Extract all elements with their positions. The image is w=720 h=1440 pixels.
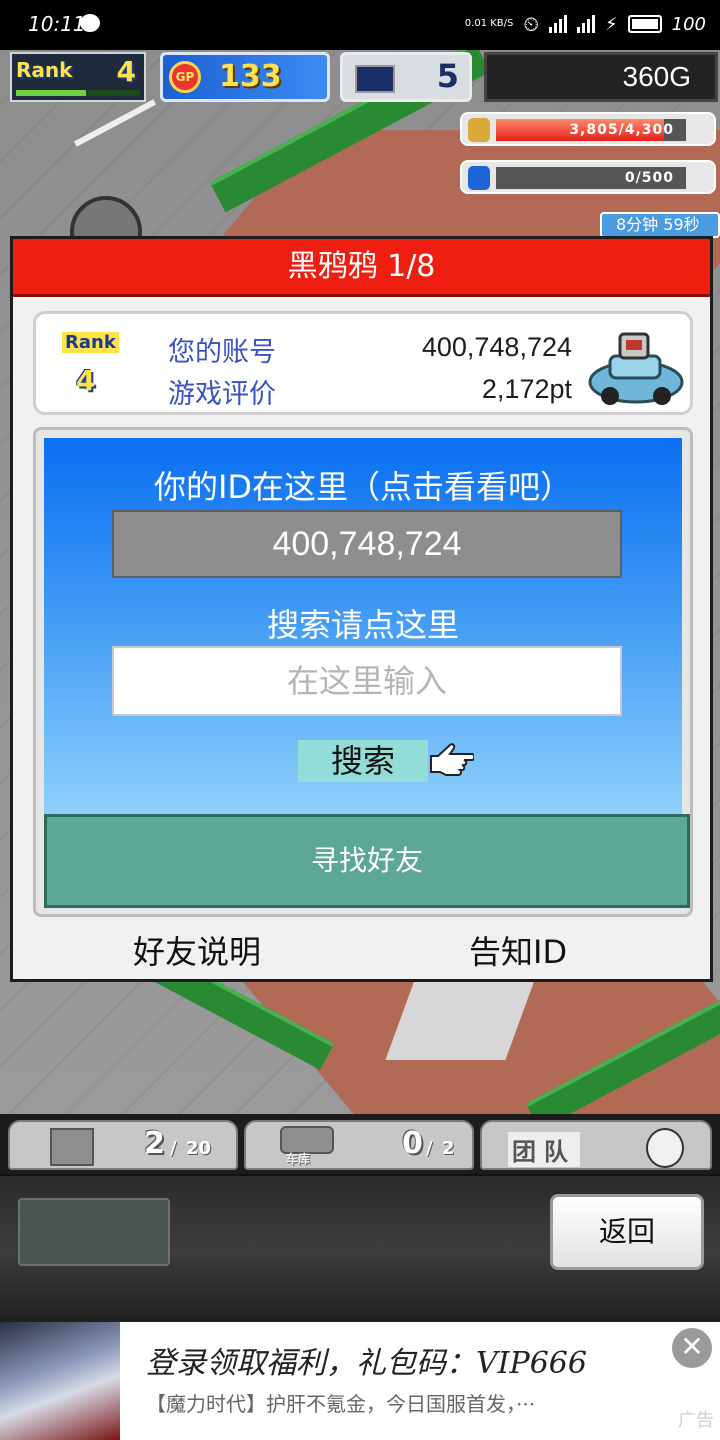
staff-avatar-icon xyxy=(646,1128,684,1168)
oil-resource-bar: 0/500 xyxy=(460,160,716,194)
friend-help-link[interactable]: 好友说明 xyxy=(133,927,261,973)
alarm-icon: ⏲ xyxy=(523,12,539,36)
lane-marking xyxy=(73,99,157,147)
tab-inventory[interactable]: 2 / 20 xyxy=(8,1120,238,1170)
team-label: 团队 xyxy=(508,1132,580,1167)
gp-value: 133 xyxy=(219,59,282,94)
battery-level: 100 xyxy=(671,13,706,35)
search-caption: 搜索请点这里 xyxy=(266,606,459,644)
ad-character-image[interactable] xyxy=(0,1322,120,1440)
research-panel[interactable]: 5 xyxy=(340,52,472,102)
research-value: 5 xyxy=(436,57,459,95)
money-panel: 360G xyxy=(484,52,718,102)
notify-id-link[interactable]: 告知ID xyxy=(469,927,567,973)
find-friends-button[interactable]: 寻找好友 xyxy=(44,814,690,908)
oil-bottle-icon xyxy=(468,166,490,190)
account-label: 您的账号 xyxy=(168,337,276,368)
rank-panel[interactable]: Rank 4 xyxy=(10,52,146,102)
profile-rank-label: Rank xyxy=(62,332,119,353)
crate-icon xyxy=(50,1128,94,1166)
bottom-panel: 返回 xyxy=(0,1174,720,1324)
gp-panel[interactable]: GP 133 xyxy=(160,52,330,102)
net-speed: 0.01 KB/S xyxy=(464,18,514,29)
oil-text: 0/500 xyxy=(624,170,674,186)
search-input[interactable] xyxy=(112,646,622,716)
gp-coin-icon: GP xyxy=(169,61,201,93)
car-avatar-icon xyxy=(588,332,684,405)
pointing-hand-icon xyxy=(430,743,474,776)
fuel-text: 3,805/4,300 xyxy=(569,122,674,138)
id-caption: 你的ID在这里（点击看看吧） xyxy=(153,468,573,506)
dialog-title: 黑鸦鸦 1/8 xyxy=(13,239,710,297)
ad-headline[interactable]: 登录领取福利，礼包码：VIP666 xyxy=(146,1338,587,1382)
bottom-tab-bar: 2 / 20 车库 0 / 2 团队 xyxy=(0,1114,720,1174)
signal-icon-2 xyxy=(577,15,595,33)
search-button[interactable]: 搜索 xyxy=(298,740,428,782)
coins-stack-icon xyxy=(468,118,490,142)
ad-banner[interactable]: 登录领取福利，礼包码：VIP666 【魔力时代】护肝不氪金，今日国服首发，···… xyxy=(0,1322,720,1440)
garage-count: 0 xyxy=(402,1126,423,1161)
rank-progress-bar xyxy=(16,90,140,96)
tab-team[interactable]: 团队 xyxy=(480,1120,712,1170)
ad-subline[interactable]: 【魔力时代】护肝不氪金，今日国服首发，··· xyxy=(146,1388,535,1417)
money-value: 360G xyxy=(622,61,692,92)
rank-label: Rank xyxy=(16,58,73,82)
computer-icon xyxy=(355,65,395,93)
chat-notification-icon xyxy=(80,14,100,32)
crate-max: 20 xyxy=(186,1138,212,1159)
garage-label: 车库 xyxy=(286,1152,311,1166)
clock: 10:11 xyxy=(28,12,86,36)
rank-value: 4 xyxy=(116,55,136,88)
id-search-area: 你的ID在这里（点击看看吧） 400,748,724 搜索请点这里 搜索 xyxy=(44,438,682,814)
ad-label: 广告 xyxy=(678,1410,714,1431)
garage-max: 2 xyxy=(442,1138,455,1159)
empty-slot[interactable] xyxy=(18,1198,170,1266)
tab-garage[interactable]: 车库 0 / 2 xyxy=(244,1120,474,1170)
status-bar: 10:11 0.01 KB/S ⏲ ⚡ 100 xyxy=(0,0,720,50)
profile-card: Rank 4 您的账号 400,748,724 游戏评价 2,172pt xyxy=(33,311,693,415)
search-panel: 你的ID在这里（点击看看吧） 400,748,724 搜索请点这里 搜索 寻找好… xyxy=(33,427,693,917)
timer-chip[interactable]: 8分钟 59秒 xyxy=(600,212,720,238)
charging-icon: ⚡ xyxy=(605,13,618,35)
back-button[interactable]: 返回 xyxy=(550,1194,704,1270)
fuel-resource-bar: 3,805/4,300 xyxy=(460,112,716,146)
battery-icon xyxy=(627,15,662,33)
my-id-field[interactable]: 400,748,724 xyxy=(112,510,622,578)
friend-dialog: 黑鸦鸦 1/8 Rank 4 您的账号 400,748,724 游戏评价 2,1… xyxy=(10,236,713,982)
crate-count: 2 xyxy=(144,1126,165,1161)
rating-label: 游戏评价 xyxy=(168,379,276,410)
account-value: 400,748,724 xyxy=(421,332,572,362)
status-icons: 0.01 KB/S ⏲ ⚡ 100 xyxy=(465,12,706,36)
rating-value: 2,172pt xyxy=(481,374,572,404)
profile-rank-value: 4 xyxy=(76,364,96,397)
close-icon[interactable]: ✕ xyxy=(672,1328,712,1368)
signal-icon xyxy=(549,15,567,33)
